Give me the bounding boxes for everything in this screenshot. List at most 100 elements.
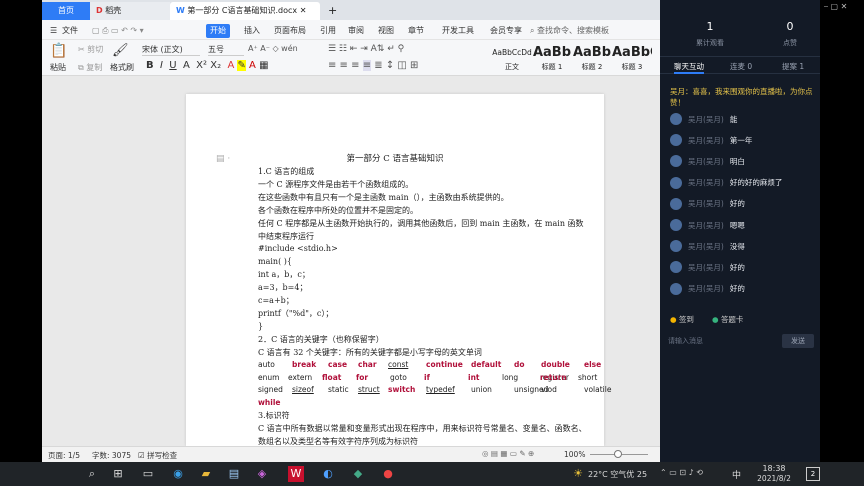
font-size-grow-icons[interactable]: A⁺ A⁻ ◇ wén — [248, 44, 298, 53]
document-page[interactable]: ▤ · 第一部分 C 语言基础知识 1.C 语言的组成 一个 C 源程序文件是由若… — [186, 94, 611, 446]
windows-start-icon[interactable]: ⊞ — [110, 466, 126, 482]
alignment-icons[interactable]: ≡ ≡ ≡ ≡ ≣ ↕ ◫ ⊞ — [328, 60, 418, 71]
ribbon-tab-bar: ☰ 文件 ▢ ⎙ ▭ ↶ ↷ ▾ 开始 插入 页面布局 引用 审阅 视图 章节 开发工具 会员专… — [42, 20, 660, 40]
spell-check-label: 拼写检查 — [147, 451, 178, 460]
avatar — [670, 134, 682, 147]
chat-message: 吴月(吴月) 第一年 — [670, 133, 752, 147]
copy-icon: ⧉ — [78, 63, 84, 72]
copy-label: 复制 — [86, 63, 103, 72]
file-menu[interactable]: 文件 — [62, 24, 78, 38]
keyword-viod: viod — [541, 385, 557, 395]
doc-line: c=a+b； — [258, 296, 294, 305]
style-name-0: 正文 — [505, 63, 519, 71]
check-icon: ☑ — [138, 451, 145, 460]
keyword-static: static — [328, 385, 349, 395]
chat-input[interactable]: 请输入消息 — [668, 334, 778, 348]
view-mode-icons[interactable]: ◎ ▤ ▦ ▭ ✎ ⊕ — [482, 449, 534, 458]
paragraph-list-icons[interactable]: ☰ ☷ ⇤ ⇥ A⇅ ↵ ⚲ — [328, 44, 404, 54]
ribbon-tab-7[interactable]: 开发工具 — [438, 24, 478, 38]
ribbon-tab-8[interactable]: 会员专享 — [486, 24, 526, 38]
word-doc-icon: W — [176, 6, 185, 15]
word-count[interactable]: 字数: 3075 — [92, 450, 131, 461]
windows-taskbar: ⌕ ⊞ ▭ ◉ ▰ ▤ ◈ W ◐ ◆ ● ☀ 22°C 空气优 25 ⌃ ▭ … — [0, 462, 864, 486]
doc-line: 中结束程序运行 — [258, 231, 314, 241]
mail-icon[interactable]: ▤ — [226, 466, 242, 482]
answer-card-button[interactable]: ● 答题卡 — [712, 314, 743, 325]
doc-line: 在这些函数中有且只有一个是主函数 main（），主函数由系统提供的。 — [258, 192, 509, 202]
quick-access-icons[interactable]: ▢ ⎙ ▭ ↶ ↷ ▾ — [92, 24, 144, 38]
new-tab-button[interactable]: + — [322, 2, 342, 20]
send-button[interactable]: 发送 — [782, 334, 814, 348]
copy-button[interactable]: ⧉ 复制 — [78, 62, 102, 73]
clock-time[interactable]: 18:38 — [752, 464, 796, 473]
zoom-slider-handle[interactable] — [614, 450, 622, 458]
ribbon-tab-1[interactable]: 插入 — [240, 24, 264, 38]
chat-username: 吴月(吴月) — [688, 178, 724, 188]
style-preview-3: AaBbC — [612, 45, 652, 60]
recorder-icon[interactable]: ● — [380, 466, 396, 482]
close-icon[interactable]: ✕ — [300, 6, 307, 15]
menu-icon[interactable]: ☰ — [50, 24, 57, 38]
app-icon[interactable]: ◈ — [254, 466, 270, 482]
keyword-goto: goto — [390, 372, 407, 382]
chat-message: 吴月(吴月) 能 — [670, 112, 737, 126]
tab-home[interactable]: 首页 — [42, 2, 90, 20]
font-size-select[interactable]: 五号 — [208, 44, 244, 56]
search-icon[interactable]: ⌕ — [84, 466, 100, 482]
ribbon-tab-6[interactable]: 章节 — [404, 24, 428, 38]
keyword-long: long — [502, 372, 519, 382]
wps-office-icon[interactable]: W — [288, 466, 304, 482]
keyword-short: short — [578, 372, 598, 382]
brush-icon[interactable]: 🖌 — [112, 43, 129, 58]
scissors-icon: ✂ — [78, 45, 85, 54]
cut-button[interactable]: ✂ 剪切 — [78, 44, 103, 55]
status-bar: 页面: 1/5 字数: 3075 ☑ 拼写检查 ◎ ▤ ▦ ▭ ✎ ⊕ 100% — [42, 446, 660, 462]
file-explorer-icon[interactable]: ▰ — [198, 466, 214, 482]
ribbon-tab-5[interactable]: 视图 — [374, 24, 398, 38]
zoom-level[interactable]: 100% — [564, 450, 585, 459]
tab-chat[interactable]: 聊天互动 — [674, 61, 704, 72]
clock-date[interactable]: 2021/8/2 — [746, 474, 802, 483]
chat-username: 吴月(吴月) — [688, 241, 724, 251]
chat-message: 吴月(吴月) 好的好的麻烦了 — [670, 176, 782, 190]
style-name-2: 标题 2 — [581, 63, 603, 71]
tab-document[interactable]: W 第一部分 C语言基础知识.docx ✕ — [170, 2, 320, 20]
doc-line: C 语言有 32 个关键字：所有的关键字都是小写字母的英文单词 — [258, 347, 482, 357]
spell-check[interactable]: ☑ 拼写检查 — [138, 450, 177, 461]
font-name-select[interactable]: 宋体 (正文) — [142, 44, 200, 56]
format-painter-button[interactable]: 格式刷 — [110, 62, 134, 73]
weather-text[interactable]: 22°C 空气优 25 — [588, 469, 647, 480]
style-1[interactable]: AaBb 标题 1 — [532, 44, 572, 74]
style-3[interactable]: AaBbC 标题 3 — [612, 44, 652, 74]
paste-button[interactable]: 粘贴 — [50, 62, 66, 73]
tray-icons[interactable]: ⌃ ▭ ⊡ ♪ ⟲ — [660, 468, 703, 477]
input-language[interactable]: 中 — [732, 468, 741, 481]
tab-proposal[interactable]: 提案 1 — [782, 61, 804, 72]
keyword-sizeof: sizeof — [292, 385, 314, 395]
format-buttons[interactable]: B I U A X² X₂ A ✎ A ▦ — [146, 60, 269, 71]
task-view-icon[interactable]: ▭ — [140, 466, 156, 482]
meeting-app-icon[interactable]: ◐ — [320, 466, 336, 482]
doc-line: #include <stdio.h> — [258, 244, 338, 254]
tab-mic[interactable]: 连麦 0 — [730, 61, 752, 72]
notification-badge[interactable]: 2 — [806, 467, 820, 481]
style-2[interactable]: AaBb 标题 2 — [572, 44, 612, 74]
chat-message: 吴月(吴月) 好的 — [670, 197, 745, 211]
ribbon-tab-3[interactable]: 引用 — [316, 24, 340, 38]
chat-app-icon[interactable]: ◆ — [350, 466, 366, 482]
cut-label: 剪切 — [87, 45, 104, 54]
ribbon-tab-4[interactable]: 审阅 — [344, 24, 368, 38]
chat-username: 吴月(吴月) — [688, 156, 724, 166]
search-box[interactable]: ⌕ 查找命令、搜索模板 — [530, 24, 609, 38]
style-0[interactable]: AaBbCcDd 正文 — [492, 44, 532, 74]
ribbon-tab-0[interactable]: 开始 — [206, 24, 230, 38]
edge-browser-icon[interactable]: ◉ — [170, 466, 186, 482]
tab-docer[interactable]: D 稻壳 — [90, 2, 170, 20]
signin-button[interactable]: ● 签到 — [670, 314, 694, 325]
keyword-return: return — [540, 372, 567, 382]
keyword-extern: extern — [288, 372, 313, 382]
window-controls[interactable]: ⎯ ▢ ✕ — [824, 2, 847, 12]
paste-icon[interactable]: 📋 — [50, 43, 67, 59]
ribbon-tab-2[interactable]: 页面布局 — [270, 24, 310, 38]
keyword-for: for — [356, 372, 369, 382]
